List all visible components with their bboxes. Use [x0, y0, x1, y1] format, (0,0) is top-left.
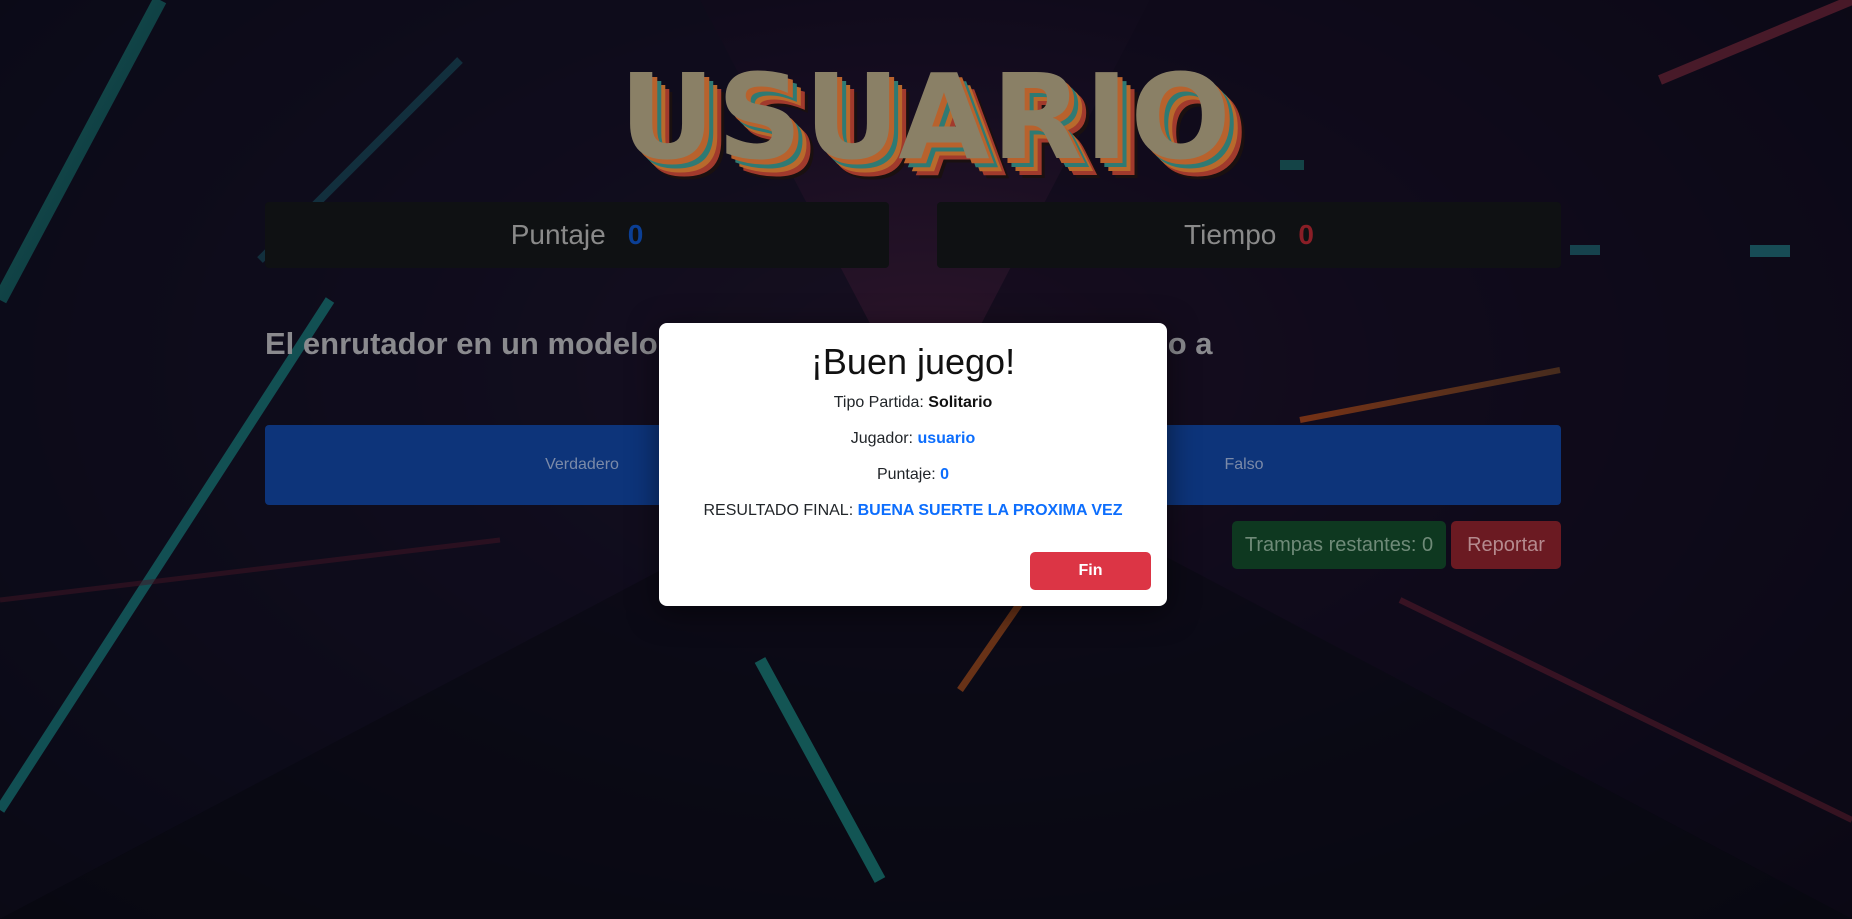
- modal-score-value: 0: [940, 466, 950, 483]
- game-type-label: Tipo Partida:: [833, 394, 924, 411]
- player-label: Jugador:: [850, 430, 913, 447]
- time-label: Tiempo: [1184, 219, 1277, 250]
- page-title: USUARIO: [619, 48, 1233, 186]
- player-value: usuario: [917, 430, 976, 447]
- time-value: 0: [1298, 219, 1314, 250]
- final-result-row: RESULTADO FINAL: BUENA SUERTE LA PROXIMA…: [659, 499, 1167, 523]
- player-row: Jugador: usuario: [659, 427, 1167, 451]
- time-panel: Tiempo 0: [937, 202, 1561, 268]
- modal-score-label: Puntaje:: [876, 466, 936, 483]
- final-result-value: BUENA SUERTE LA PROXIMA VEZ: [857, 502, 1123, 519]
- modal-heading: ¡Buen juego!: [810, 341, 1016, 382]
- end-button[interactable]: Fin: [1030, 552, 1151, 590]
- traps-remaining-button[interactable]: Trampas restantes: 0: [1232, 521, 1446, 569]
- game-over-modal: ¡Buen juego! Tipo Partida: Solitario Jug…: [659, 323, 1167, 606]
- report-button[interactable]: Reportar: [1451, 521, 1561, 569]
- score-label: Puntaje: [510, 219, 606, 250]
- game-type-row: Tipo Partida: Solitario: [659, 391, 1167, 415]
- final-result-label: RESULTADO FINAL:: [703, 502, 854, 519]
- game-type-value: Solitario: [928, 394, 993, 411]
- score-value: 0: [627, 219, 644, 250]
- modal-score-row: Puntaje: 0: [659, 463, 1167, 487]
- score-panel: Puntaje 0: [265, 202, 889, 268]
